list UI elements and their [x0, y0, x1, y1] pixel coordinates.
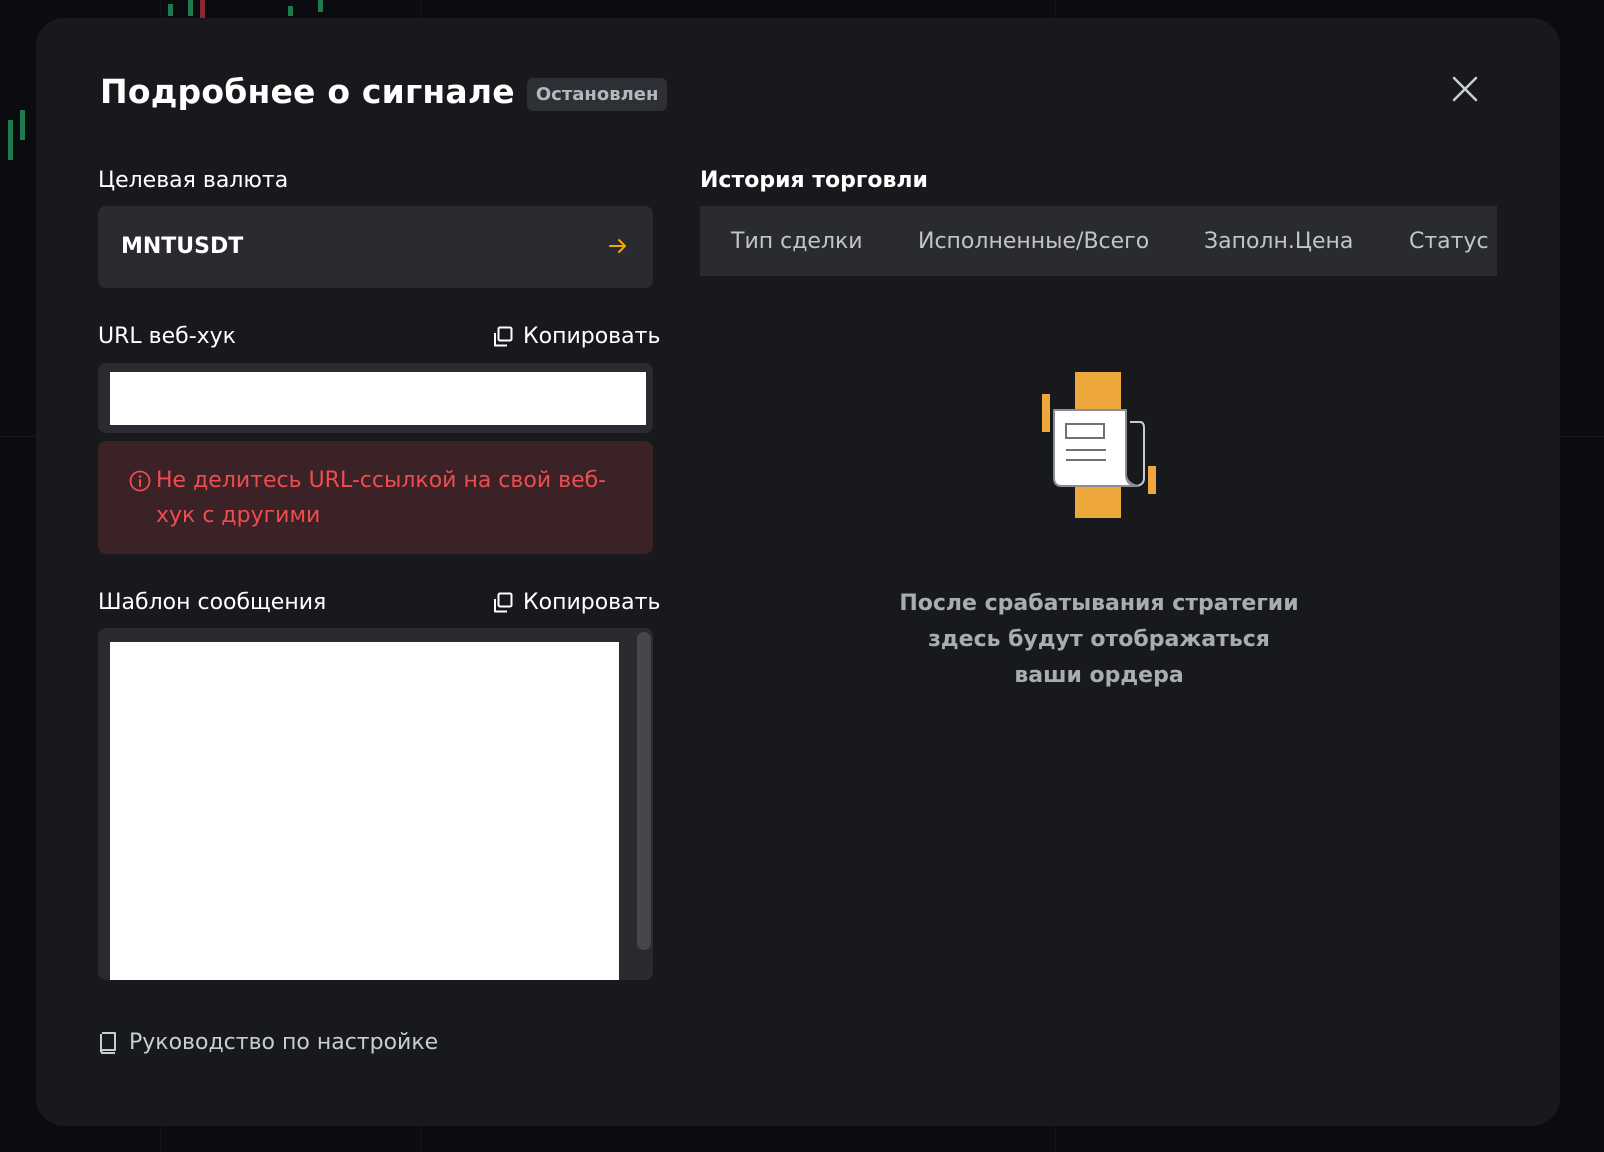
target-currency-label: Целевая валюта: [98, 168, 289, 193]
arrow-right-icon: [607, 235, 629, 261]
close-button[interactable]: [1448, 72, 1482, 106]
bg-candle: [8, 120, 13, 160]
bg-candle: [188, 0, 193, 16]
column-header-status: Статус: [1409, 229, 1489, 254]
message-template-label: Шаблон сообщения: [98, 590, 327, 615]
message-template-field: [98, 628, 653, 980]
copy-icon: [494, 592, 513, 612]
copy-webhook-label: Копировать: [523, 324, 661, 349]
bg-candle: [200, 0, 205, 18]
webhook-url-label: URL веб-хук: [98, 324, 236, 349]
bg-candle: [20, 110, 25, 140]
template-scrollbar[interactable]: [637, 632, 651, 950]
webhook-warning: Не делитесь URL-ссылкой на свой веб-хук …: [98, 441, 653, 554]
bg-candle: [168, 4, 173, 16]
empty-orders-text: После срабатывания стратегии здесь будут…: [899, 591, 1299, 688]
close-icon: [1452, 76, 1478, 102]
target-currency-selector[interactable]: MNTUSDT: [98, 206, 653, 288]
book-icon: [100, 1031, 116, 1054]
webhook-warning-text: Не делитесь URL-ссылкой на свой веб-хук …: [156, 468, 607, 528]
setup-guide-label: Руководство по настройке: [129, 1030, 439, 1055]
trade-history-table-header: Тип сделки Исполненные/Всего Заполн.Цена…: [700, 206, 1497, 276]
column-header-filled-total: Исполненные/Всего: [918, 229, 1150, 254]
info-icon: [129, 470, 151, 496]
bg-candle: [318, 0, 323, 12]
copy-template-button[interactable]: Копировать: [492, 590, 660, 615]
column-header-fill-price: Заполн.Цена: [1204, 229, 1354, 254]
copy-icon: [494, 326, 513, 346]
setup-guide-link[interactable]: Руководство по настройке: [98, 1030, 438, 1055]
trade-history-title: История торговли: [700, 168, 928, 193]
target-currency-value: MNTUSDT: [121, 234, 244, 259]
copy-webhook-button[interactable]: Копировать: [492, 324, 660, 349]
webhook-url-input[interactable]: [110, 372, 646, 425]
message-template-textarea[interactable]: [110, 642, 619, 980]
modal-title: Подробнее о сигнале: [100, 72, 515, 111]
copy-template-label: Копировать: [523, 590, 661, 615]
status-badge: Остановлен: [526, 78, 668, 111]
empty-orders-illustration: [1036, 370, 1166, 524]
bg-candle: [288, 6, 293, 16]
modal-header: Подробнее о сигнале Остановлен: [100, 72, 668, 111]
signal-details-modal: Подробнее о сигнале Остановлен Целевая в…: [36, 18, 1560, 1126]
column-header-trade-type: Тип сделки: [731, 229, 863, 254]
webhook-url-field: [98, 363, 653, 433]
